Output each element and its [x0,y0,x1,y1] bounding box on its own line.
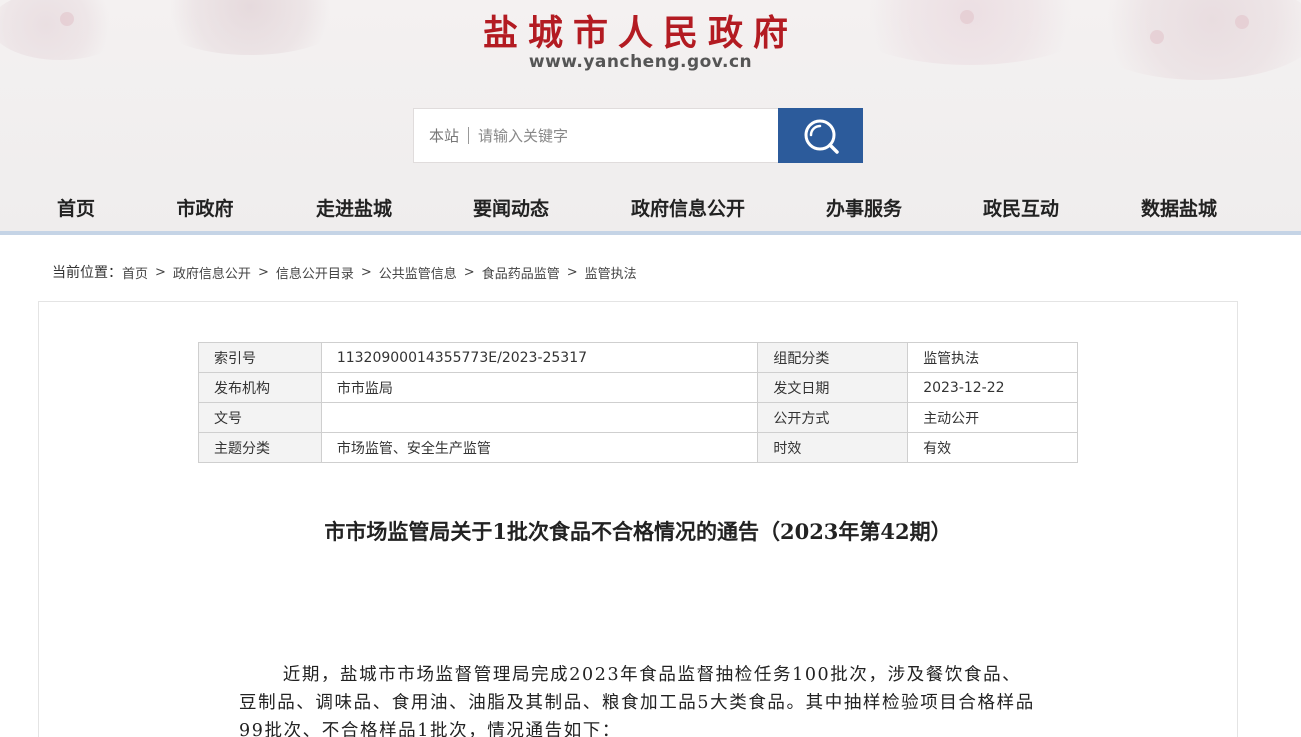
meta-key: 文号 [198,402,322,433]
breadcrumb-link-enforcement[interactable]: 监管执法 [585,263,637,282]
breadcrumb-link-food-drug[interactable]: 食品药品监管 [482,263,560,282]
breadcrumb-link-info-catalog[interactable]: 信息公开目录 [276,263,354,282]
meta-value: 2023-12-22 [907,372,1078,403]
meta-key: 发布机构 [198,372,322,403]
table-row: 主题分类 市场监管、安全生产监管 时效 有效 [198,432,1078,463]
breadcrumb-separator: > [463,264,475,280]
breadcrumb-separator: > [566,264,578,280]
meta-value: 11320900014355773E/2023-25317 [320,342,759,373]
nav-item-city-government[interactable]: 市政府 [176,194,233,221]
meta-value: 监管执法 [907,342,1078,373]
meta-value: 市市监局 [320,372,759,403]
page: 盐城市人民政府 www.yancheng.gov.cn 本站 首页 市政府 走进… [0,0,1301,737]
table-row: 文号 公开方式 主动公开 [198,402,1078,433]
meta-value: 有效 [907,432,1078,463]
article-paragraph: 近期，盐城市市场监督管理局完成2023年食品监督抽检任务100批次，涉及餐饮食品… [239,665,1035,737]
site-title[interactable]: 盐城市人民政府 [0,5,1281,56]
search-button[interactable] [778,108,863,163]
meta-key: 发文日期 [757,372,909,403]
breadcrumb: 当前位置： 首页 > 政府信息公开 > 信息公开目录 > 公共监管信息 > 食品… [52,262,637,282]
nav-item-about-yancheng[interactable]: 走进盐城 [316,194,392,221]
meta-key: 索引号 [198,342,322,373]
meta-key: 主题分类 [198,432,322,463]
search-box: 本站 [413,108,779,163]
document-meta-table: 索引号 11320900014355773E/2023-25317 组配分类 监… [198,342,1078,463]
meta-key: 时效 [757,432,909,463]
breadcrumb-separator: > [360,264,372,280]
meta-value [320,402,759,433]
nav-item-interaction[interactable]: 政民互动 [983,194,1059,221]
site-header: 盐城市人民政府 www.yancheng.gov.cn 本站 首页 市政府 走进… [0,0,1301,233]
search-divider [468,127,470,144]
meta-key: 组配分类 [757,342,909,373]
article-title: 市市场监管局关于1批次食品不合格情况的通告（2023年第42期） [324,519,952,544]
breadcrumb-separator: > [155,264,166,280]
table-row: 发布机构 市市监局 发文日期 2023-12-22 [198,372,1078,403]
search-input[interactable] [478,126,739,145]
nav-item-home[interactable]: 首页 [57,194,95,221]
search-scope-label[interactable]: 本站 [429,125,459,146]
nav-item-gov-info-disclosure[interactable]: 政府信息公开 [631,194,745,221]
nav-item-services[interactable]: 办事服务 [826,194,902,221]
breadcrumb-separator: > [257,264,269,280]
meta-key: 公开方式 [757,402,909,433]
breadcrumb-link-public-supervision[interactable]: 公共监管信息 [379,263,457,282]
site-url: www.yancheng.gov.cn [528,52,753,72]
breadcrumb-link-gov-info[interactable]: 政府信息公开 [173,263,251,282]
nav-item-news[interactable]: 要闻动态 [473,194,549,221]
meta-value: 市场监管、安全生产监管 [320,432,759,463]
meta-value: 主动公开 [907,402,1078,433]
nav-underline [0,231,1301,235]
table-row: 索引号 11320900014355773E/2023-25317 组配分类 监… [198,342,1078,373]
main-nav: 首页 市政府 走进盐城 要闻动态 政府信息公开 办事服务 政民互动 数据盐城 [0,186,1301,231]
breadcrumb-link-home[interactable]: 首页 [122,263,148,282]
magnifier-icon [804,119,839,154]
nav-item-data-yancheng[interactable]: 数据盐城 [1141,194,1217,221]
breadcrumb-label: 当前位置： [52,265,122,281]
